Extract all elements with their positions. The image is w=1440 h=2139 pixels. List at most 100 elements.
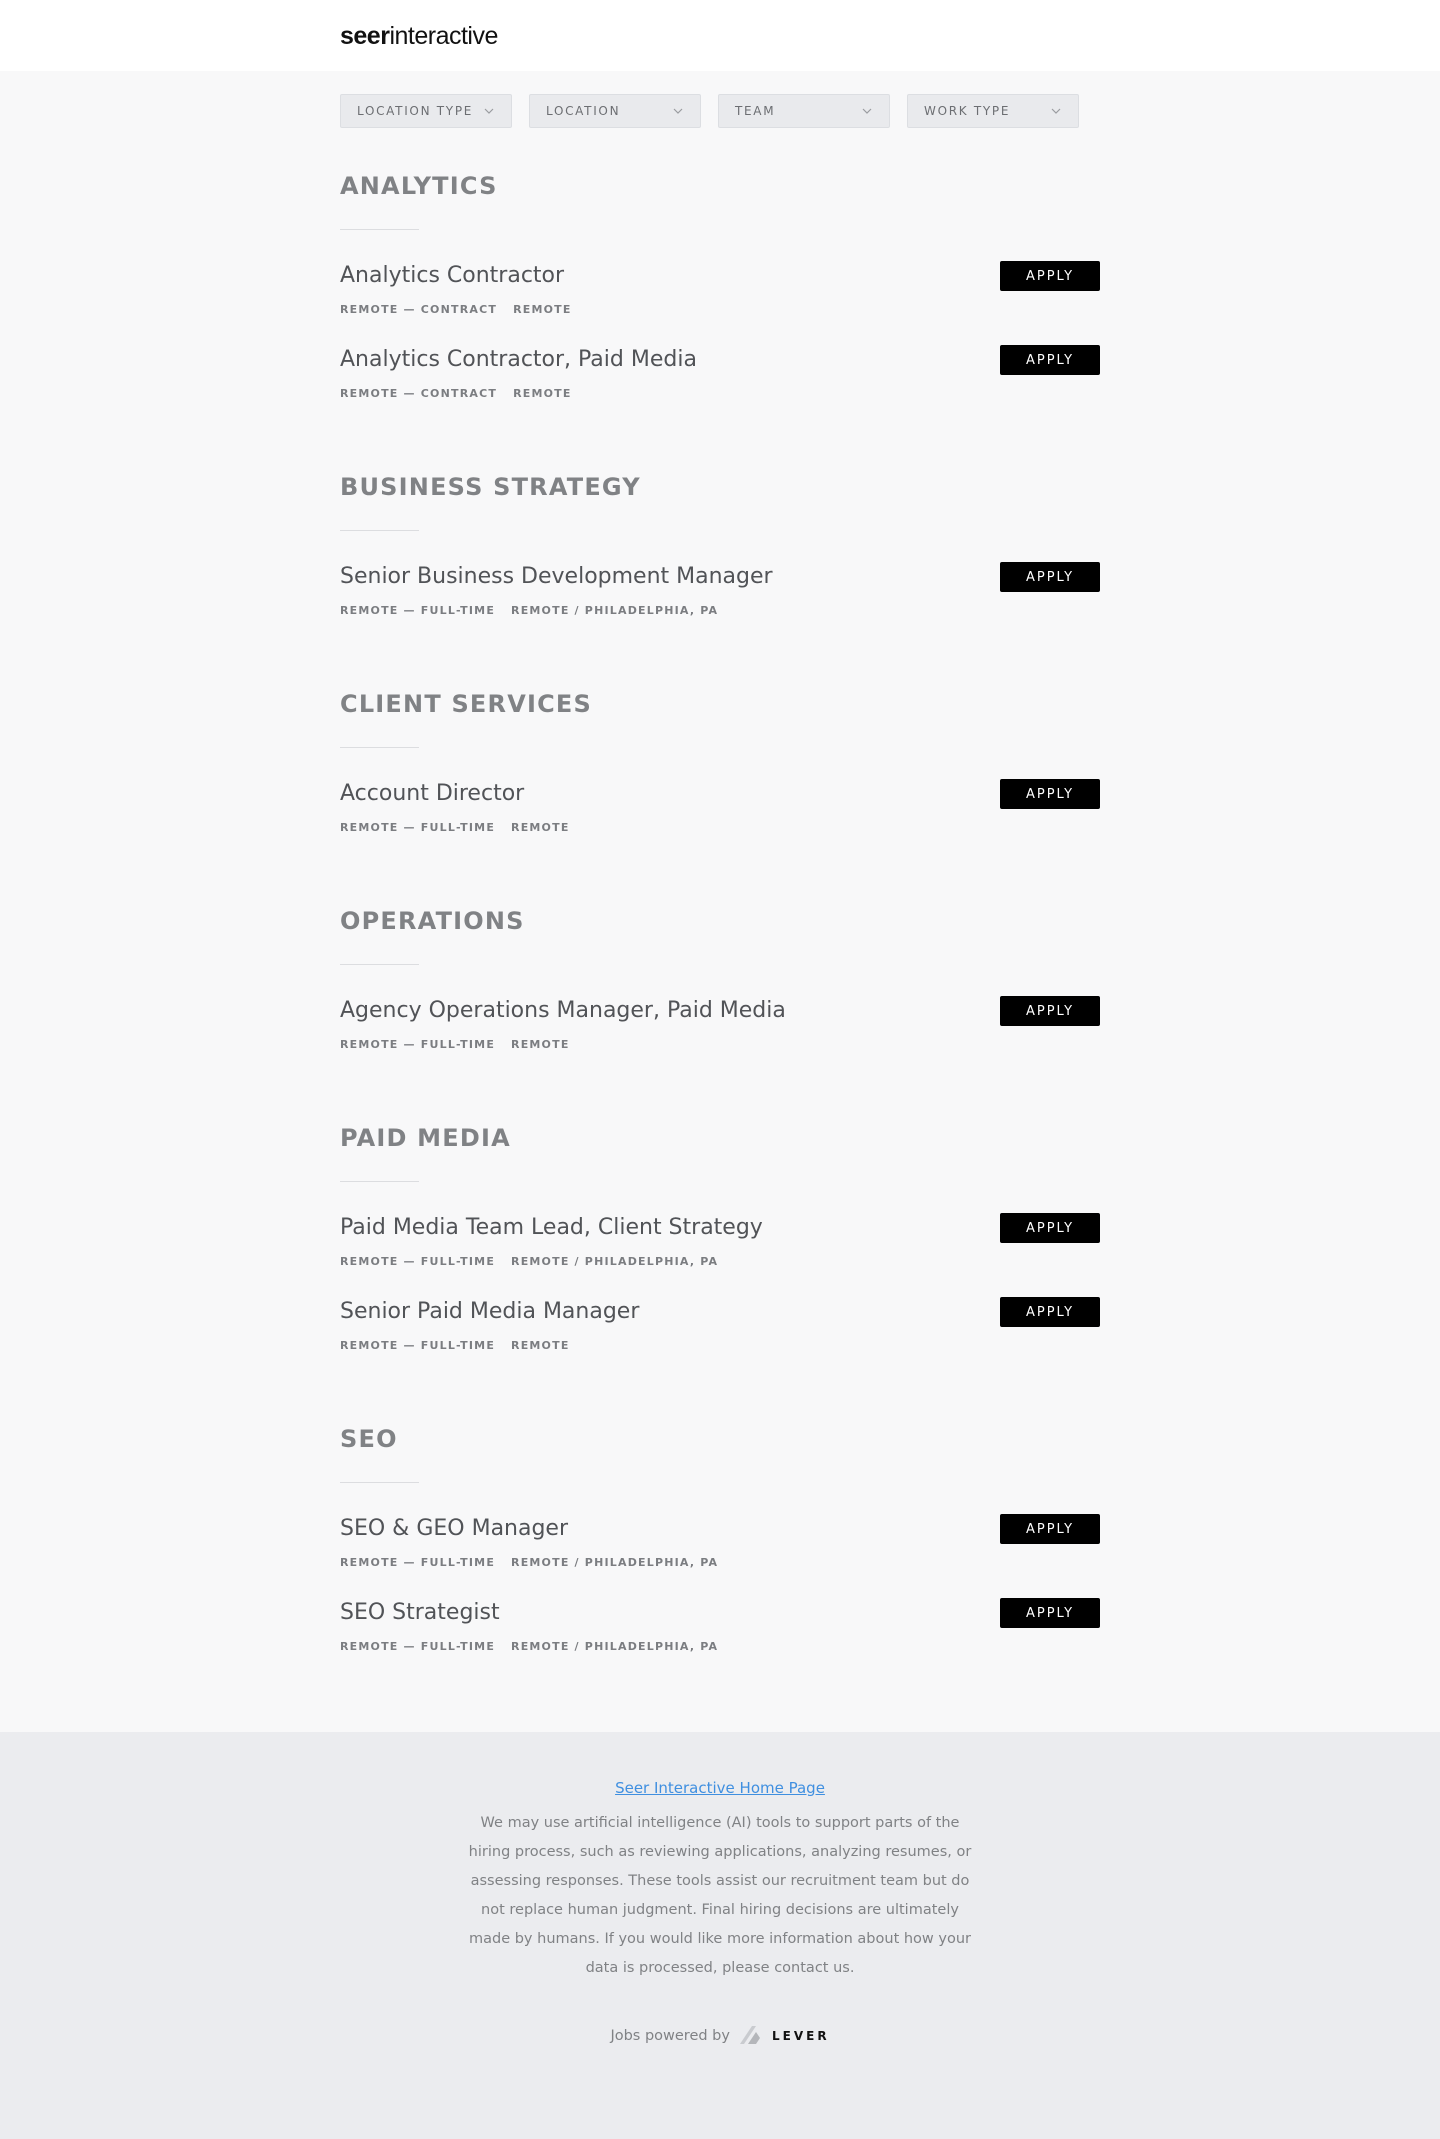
posting-categories: REMOTE — FULL-TIME REMOTE / PHILADELPHIA,… [340,1640,718,1653]
posting-categories: REMOTE — FULL-TIME REMOTE [340,1339,639,1352]
section-title: ANALYTICS [340,172,498,200]
filter-label: LOCATION TYPE [357,104,474,118]
section-divider [340,1181,419,1182]
apply-button[interactable]: APPLY [1000,779,1100,809]
posting-categories: REMOTE — FULL-TIME REMOTE [340,1038,786,1051]
job-posting: Senior Business Development Manager REMOT… [340,562,1100,646]
main-content: LOCATION TYPE LOCATION TEAM WORK TYPE ANALY… [340,71,1100,1732]
filter-dropdown-location-type[interactable]: LOCATION TYPE [340,94,512,128]
posting-location: REMOTE / PHILADELPHIA, PA [511,604,719,617]
posting-title-link[interactable]: Analytics Contractor, Paid Media [340,347,697,372]
chevron-down-icon [483,105,495,117]
posting-categories: REMOTE — CONTRACT REMOTE [340,387,697,400]
section-title: PAID MEDIA [340,1124,511,1152]
posting-commitment: REMOTE — FULL-TIME [340,1038,496,1051]
ai-disclaimer-text: We may use artificial intelligence (AI) … [468,1815,972,1976]
posting-location: REMOTE [511,1339,570,1352]
apply-button[interactable]: APPLY [1000,562,1100,592]
posting-location: REMOTE [511,821,570,834]
powered-by: Jobs powered by LEVER [0,2023,1440,2049]
posting-info: SEO Strategist REMOTE — FULL-TIME REMOTE /… [340,1598,718,1653]
filter-dropdown-team[interactable]: TEAM [718,94,890,128]
chevron-down-icon [1050,105,1062,117]
section-title: BUSINESS STRATEGY [340,473,641,501]
job-posting: Agency Operations Manager, Paid Media REM… [340,996,1100,1080]
job-section: OPERATIONS Agency Operations Manager, Pai… [340,907,1100,1080]
chevron-down-icon [672,105,684,117]
job-posting: Paid Media Team Lead, Client Strategy REM… [340,1213,1100,1297]
apply-button[interactable]: APPLY [1000,996,1100,1026]
posting-title-link[interactable]: Senior Paid Media Manager [340,1299,639,1324]
posting-location: REMOTE / PHILADELPHIA, PA [511,1255,719,1268]
posting-commitment: REMOTE — CONTRACT [340,303,498,316]
company-logo-link[interactable]: seerinteractive [340,22,498,50]
apply-button[interactable]: APPLY [1000,1213,1100,1243]
posting-commitment: REMOTE — FULL-TIME [340,1255,496,1268]
posting-commitment: REMOTE — FULL-TIME [340,821,496,834]
posting-categories: REMOTE — FULL-TIME REMOTE / PHILADELPHIA,… [340,604,773,617]
section-divider [340,747,419,748]
job-section: SEO SEO & GEO Manager REMOTE — FULL-TIME RE… [340,1425,1100,1682]
page-footer: Seer Interactive Home Page We may use ar… [0,1732,1440,2139]
section-divider [340,964,419,965]
posting-info: Analytics Contractor, Paid Media REMOTE —… [340,345,697,400]
posting-location: REMOTE [513,387,572,400]
section-divider [340,229,419,230]
posting-info: Account Director REMOTE — FULL-TIME REMOTE [340,779,570,834]
job-sections: ANALYTICS Analytics Contractor REMOTE — CO… [340,172,1100,1682]
filter-label: TEAM [735,104,776,118]
posting-title-link[interactable]: SEO & GEO Manager [340,1516,718,1541]
lever-wordmark: LEVER [771,2029,830,2043]
filter-dropdown-work-type[interactable]: WORK TYPE [907,94,1079,128]
job-posting: Analytics Contractor REMOTE — CONTRACT REM… [340,261,1100,345]
filter-bar: LOCATION TYPE LOCATION TEAM WORK TYPE [340,94,1100,128]
posting-title-link[interactable]: Account Director [340,781,570,806]
posting-info: Paid Media Team Lead, Client Strategy REM… [340,1213,763,1268]
apply-button[interactable]: APPLY [1000,261,1100,291]
chevron-down-icon [861,105,873,117]
filter-dropdown-location[interactable]: LOCATION [529,94,701,128]
apply-button[interactable]: APPLY [1000,1598,1100,1628]
posting-categories: REMOTE — CONTRACT REMOTE [340,303,572,316]
apply-button[interactable]: APPLY [1000,1514,1100,1544]
posting-info: Senior Business Development Manager REMOT… [340,562,773,617]
lever-logo-link[interactable]: LEVER [738,2023,830,2049]
posting-info: Agency Operations Manager, Paid Media REM… [340,996,786,1051]
job-posting: SEO & GEO Manager REMOTE — FULL-TIME REMOT… [340,1514,1100,1598]
posting-categories: REMOTE — FULL-TIME REMOTE / PHILADELPHIA,… [340,1255,763,1268]
posting-title-link[interactable]: SEO Strategist [340,1600,718,1625]
top-header: seerinteractive [0,0,1440,71]
powered-by-text: Jobs powered by [610,2028,730,2044]
posting-commitment: REMOTE — FULL-TIME [340,1640,496,1653]
posting-title-link[interactable]: Analytics Contractor [340,263,572,288]
posting-title-link[interactable]: Agency Operations Manager, Paid Media [340,998,786,1023]
apply-button[interactable]: APPLY [1000,1297,1100,1327]
posting-title-link[interactable]: Paid Media Team Lead, Client Strategy [340,1215,763,1240]
section-divider [340,1482,419,1483]
job-posting: Senior Paid Media Manager REMOTE — FULL-T… [340,1297,1100,1381]
job-posting: SEO Strategist REMOTE — FULL-TIME REMOTE /… [340,1598,1100,1682]
job-posting: Account Director REMOTE — FULL-TIME REMOTE… [340,779,1100,863]
job-section: ANALYTICS Analytics Contractor REMOTE — CO… [340,172,1100,429]
posting-info: Senior Paid Media Manager REMOTE — FULL-T… [340,1297,639,1352]
posting-location: REMOTE / PHILADELPHIA, PA [511,1640,719,1653]
posting-title-link[interactable]: Senior Business Development Manager [340,564,773,589]
posting-commitment: REMOTE — FULL-TIME [340,604,496,617]
section-title: OPERATIONS [340,907,525,935]
posting-info: SEO & GEO Manager REMOTE — FULL-TIME REMOT… [340,1514,718,1569]
section-title: CLIENT SERVICES [340,690,592,718]
posting-location: REMOTE [513,303,572,316]
filter-label: WORK TYPE [924,104,1011,118]
section-title: SEO [340,1425,398,1453]
home-page-link[interactable]: Seer Interactive Home Page [615,1779,825,1797]
posting-categories: REMOTE — FULL-TIME REMOTE [340,821,570,834]
apply-button[interactable]: APPLY [1000,345,1100,375]
posting-categories: REMOTE — FULL-TIME REMOTE / PHILADELPHIA,… [340,1556,718,1569]
lever-logo-icon [738,2023,764,2049]
logo-light-text: interactive [389,22,498,50]
section-divider [340,530,419,531]
posting-commitment: REMOTE — FULL-TIME [340,1339,496,1352]
logo-bold-text: seer [340,22,390,50]
posting-location: REMOTE / PHILADELPHIA, PA [511,1556,719,1569]
posting-commitment: REMOTE — CONTRACT [340,387,498,400]
